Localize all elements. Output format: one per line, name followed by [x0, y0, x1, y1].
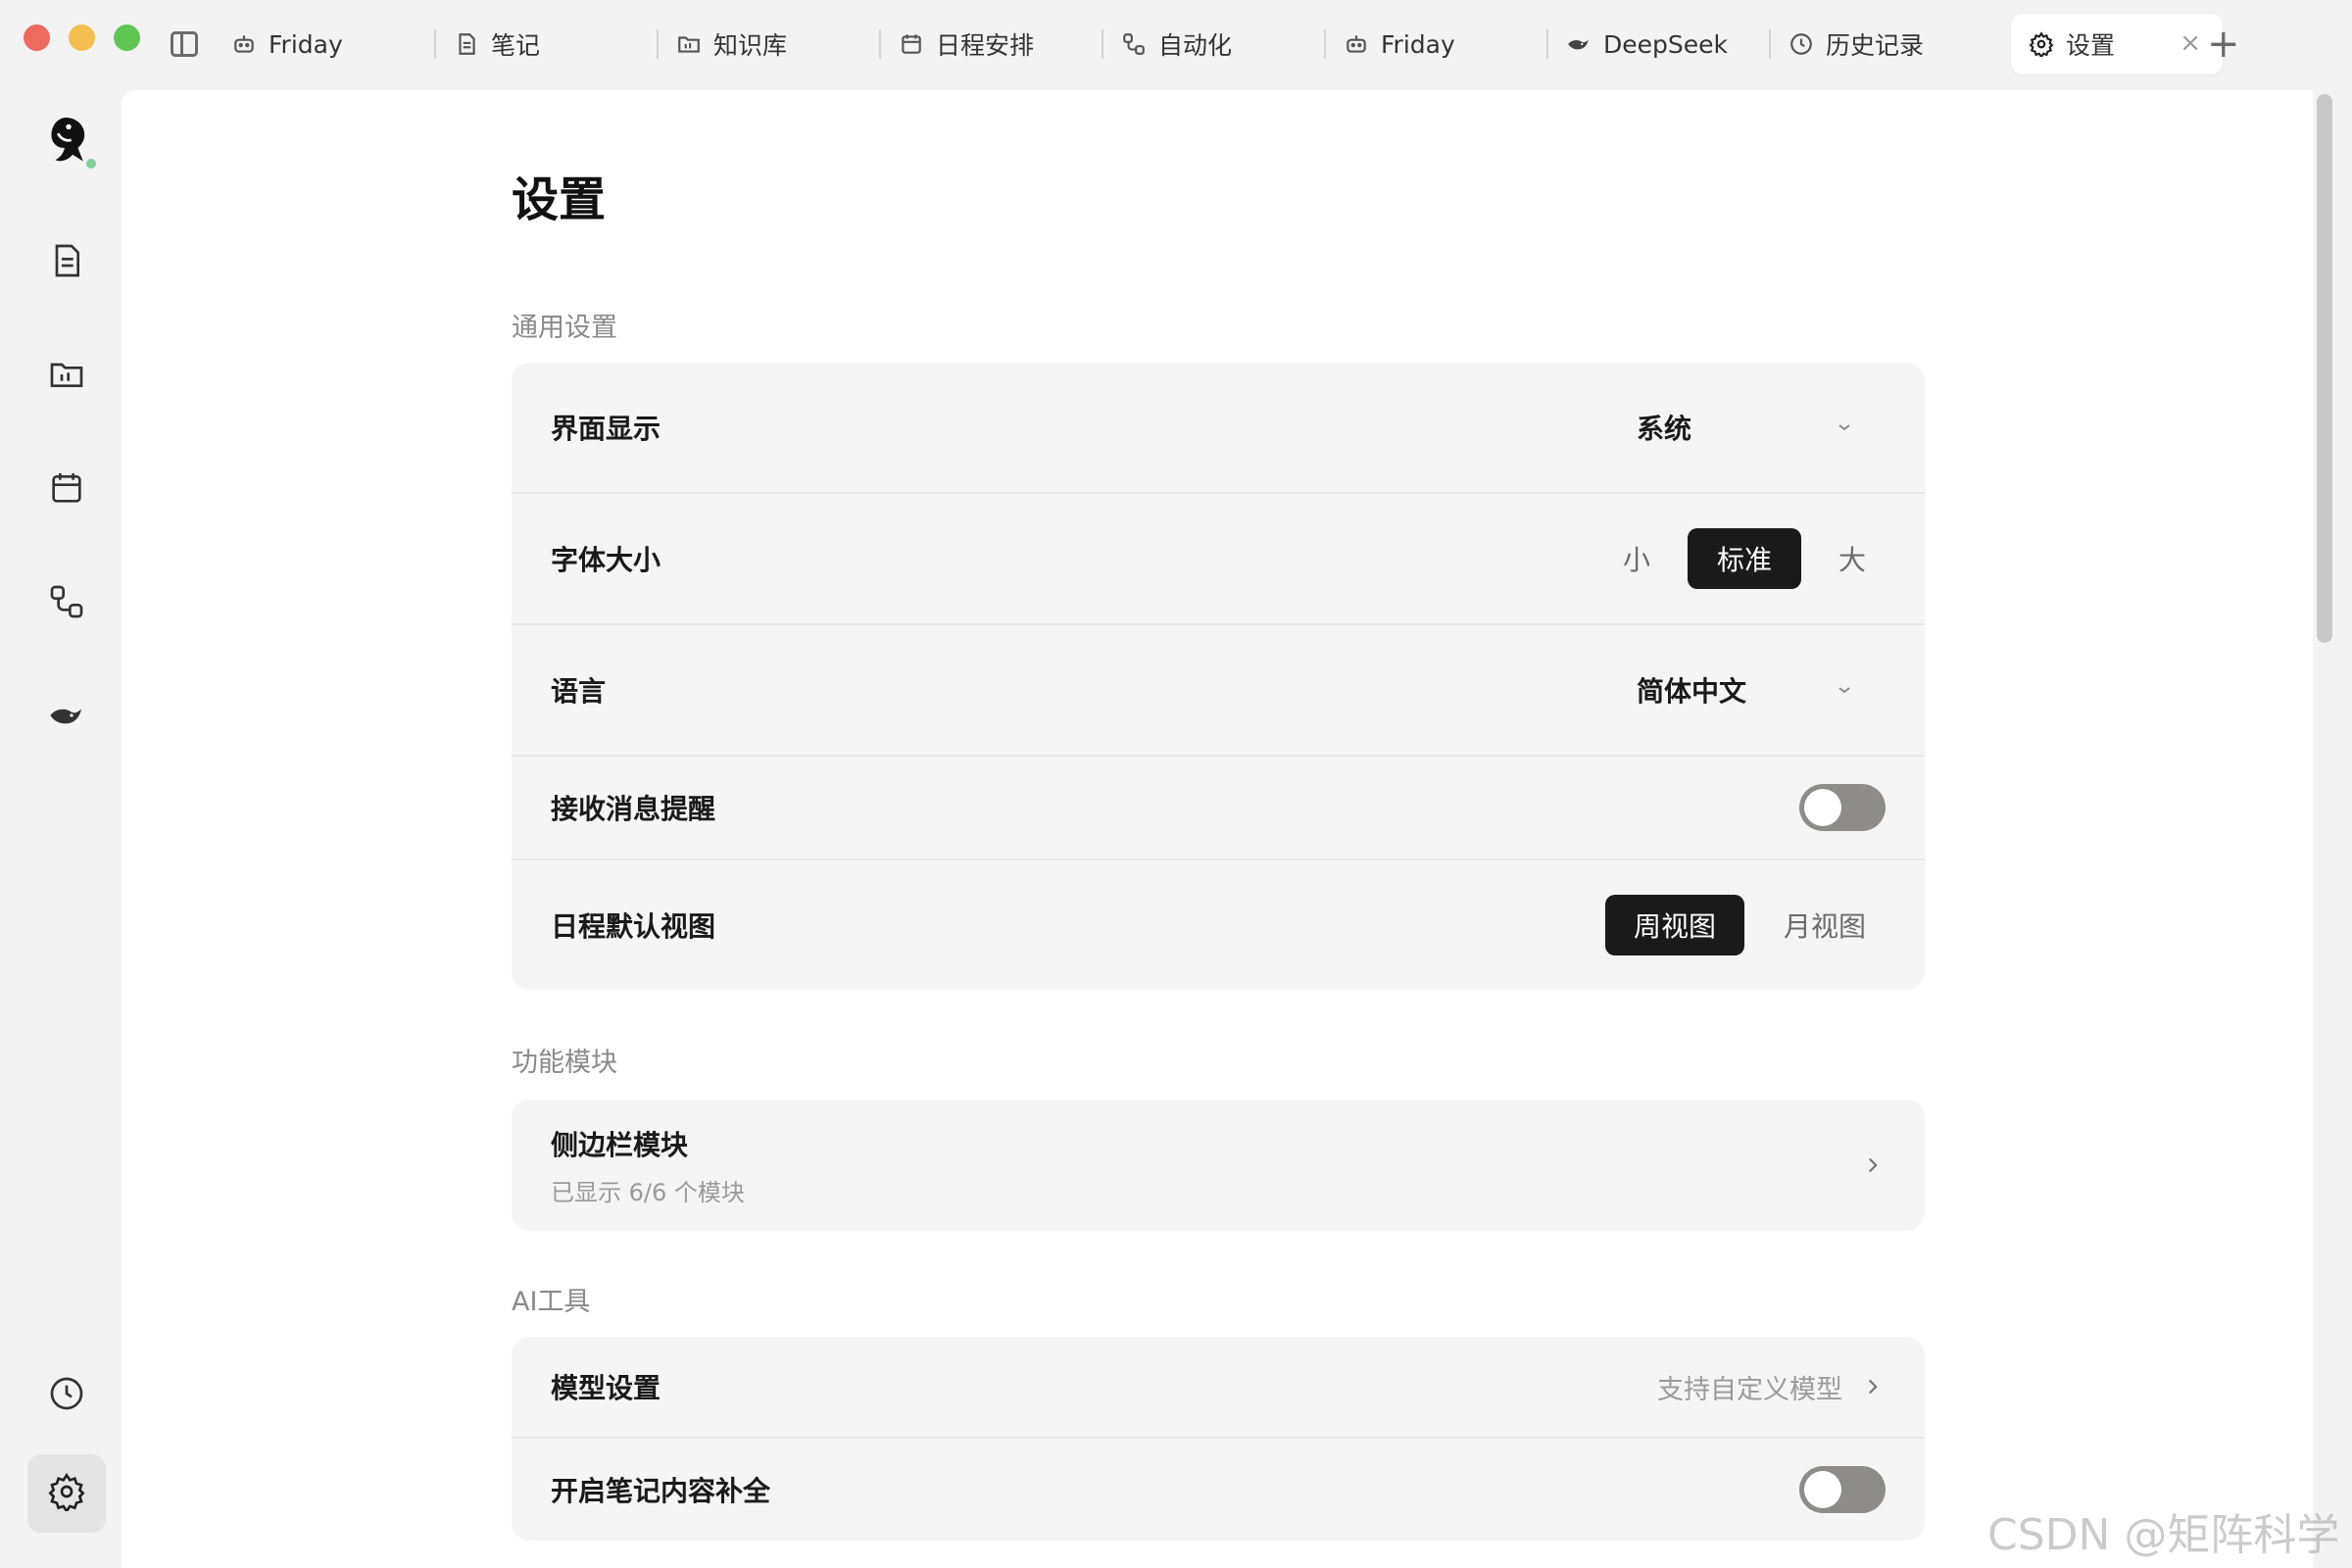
chevron-down-icon [1833, 678, 1856, 702]
note-completion-row: 开启笔记内容补全 [512, 1439, 1925, 1541]
tab-label: 自动化 [1158, 31, 1233, 60]
document-icon [452, 29, 481, 59]
close-tab-button[interactable]: × [2180, 29, 2201, 57]
whale-icon [1564, 29, 1593, 59]
schedule-view-label: 日程默认视图 [551, 910, 716, 943]
tab-settings[interactable]: 设置 × [2011, 14, 2223, 74]
tab-label: 日程安排 [936, 31, 1035, 60]
tab-label: DeepSeek [1603, 29, 1728, 59]
display-value: 系统 [1637, 413, 1692, 445]
avatar[interactable] [37, 110, 100, 178]
tab-notes[interactable]: 笔记 [436, 14, 657, 74]
chevron-right-icon [1860, 1374, 1886, 1399]
note-completion-label: 开启笔记内容补全 [551, 1475, 771, 1507]
workflow-icon [1119, 29, 1149, 59]
gear-icon [47, 1472, 86, 1515]
chevron-right-icon [1860, 1152, 1886, 1178]
tab-friday-2[interactable]: Friday [1326, 14, 1546, 74]
week-view-option[interactable]: 周视图 [1604, 895, 1744, 956]
display-select[interactable]: 系统 [1637, 408, 1886, 447]
calendar-icon [47, 468, 86, 512]
language-value: 简体中文 [1637, 675, 1747, 708]
font-size-small-option[interactable]: 小 [1603, 528, 1670, 589]
whale-icon [47, 696, 86, 739]
language-label: 语言 [551, 675, 607, 708]
online-status-dot [82, 155, 100, 172]
rail-schedule[interactable] [27, 451, 106, 529]
model-settings-hint: 支持自定义模型 [1657, 1374, 1842, 1405]
schedule-view-segmented: 周视图 月视图 [1604, 895, 1886, 956]
settings-panel: 设置 通用设置 界面显示 系统 字体大小 小 标准 大 语言 简体中文 接收消息… [122, 90, 2313, 1568]
rail-knowledge-base[interactable] [27, 337, 106, 416]
font-size-large-option[interactable]: 大 [1819, 528, 1886, 589]
robot-icon [1342, 29, 1371, 59]
display-label: 界面显示 [551, 413, 662, 445]
vertical-scrollbar[interactable] [2317, 94, 2332, 643]
calendar-icon [897, 29, 926, 59]
modules-card: 侧边栏模块 已显示 6/6 个模块 [512, 1100, 1925, 1231]
model-settings-label: 模型设置 [551, 1372, 662, 1404]
tab-label: 历史记录 [1826, 31, 1925, 60]
font-size-row: 字体大小 小 标准 大 [512, 494, 1925, 625]
sidebar-toggle-icon[interactable] [171, 31, 198, 57]
section-modules-label: 功能模块 [512, 1048, 617, 1078]
page-title: 设置 [512, 172, 607, 227]
sidebar-modules-text: 侧边栏模块 已显示 6/6 个模块 [551, 1124, 745, 1207]
ai-tools-card: 模型设置 支持自定义模型 开启笔记内容补全 [512, 1337, 1925, 1541]
notifications-row: 接收消息提醒 [512, 757, 1925, 860]
tab-schedule[interactable]: 日程安排 [881, 14, 1102, 74]
language-row: 语言 简体中文 [512, 625, 1925, 757]
language-select[interactable]: 简体中文 [1637, 670, 1886, 710]
workflow-icon [47, 582, 86, 625]
title-bar: Friday 笔记 知识库 日程安排 自动化 Friday DeepSeek 历… [0, 0, 2352, 90]
month-view-option[interactable]: 月视图 [1764, 895, 1886, 956]
rail-automation[interactable] [27, 564, 106, 643]
font-size-standard-option[interactable]: 标准 [1687, 528, 1801, 589]
robot-icon [229, 29, 259, 59]
minimize-window-button[interactable] [69, 24, 95, 51]
font-size-segmented: 小 标准 大 [1603, 528, 1886, 589]
sidebar-modules-count: 已显示 6/6 个模块 [551, 1178, 745, 1206]
tab-label: Friday [1381, 29, 1455, 59]
tab-deepseek[interactable]: DeepSeek [1548, 14, 1769, 74]
document-icon [47, 241, 86, 284]
sidebar-modules-label: 侧边栏模块 [551, 1128, 689, 1161]
chevron-down-icon [1833, 416, 1856, 439]
tab-label: 设置 [2066, 31, 2116, 60]
rail-settings[interactable] [27, 1454, 106, 1533]
tab-label: 笔记 [491, 31, 541, 60]
watermark: CSDN @矩阵科学 [1987, 1510, 2340, 1560]
clock-icon [1787, 29, 1816, 59]
zoom-window-button[interactable] [114, 24, 140, 51]
notifications-label: 接收消息提醒 [551, 793, 716, 825]
schedule-view-row: 日程默认视图 周视图 月视图 [512, 860, 1925, 990]
display-row: 界面显示 系统 [512, 363, 1925, 494]
tab-history[interactable]: 历史记录 [1771, 14, 1991, 74]
notifications-toggle[interactable] [1799, 784, 1886, 831]
gear-icon [2027, 29, 2056, 59]
tab-knowledge-base[interactable]: 知识库 [659, 14, 879, 74]
rail-notes[interactable] [27, 223, 106, 302]
folder-chart-icon [47, 355, 86, 398]
tab-label: 知识库 [713, 31, 788, 60]
folder-chart-icon [674, 29, 704, 59]
clock-icon [47, 1374, 86, 1417]
note-completion-toggle[interactable] [1799, 1466, 1886, 1513]
tab-label: Friday [269, 29, 343, 59]
model-settings-row[interactable]: 模型设置 支持自定义模型 [512, 1337, 1925, 1439]
new-tab-button[interactable]: + [2207, 22, 2240, 67]
tab-automation[interactable]: 自动化 [1103, 14, 1324, 74]
section-general-label: 通用设置 [512, 313, 617, 343]
font-size-label: 字体大小 [551, 544, 662, 576]
sidebar-modules-row[interactable]: 侧边栏模块 已显示 6/6 个模块 [512, 1100, 1925, 1231]
left-rail [0, 90, 122, 1568]
tab-friday[interactable]: Friday [214, 14, 434, 74]
close-window-button[interactable] [24, 24, 50, 51]
rail-deepseek[interactable] [27, 678, 106, 757]
section-ai-tools-label: AI工具 [512, 1287, 591, 1317]
tab-strip: Friday 笔记 知识库 日程安排 自动化 Friday DeepSeek 历… [214, 14, 2223, 74]
general-settings-card: 界面显示 系统 字体大小 小 标准 大 语言 简体中文 接收消息提醒 日程默认视… [512, 363, 1925, 990]
rail-history[interactable] [27, 1356, 106, 1435]
